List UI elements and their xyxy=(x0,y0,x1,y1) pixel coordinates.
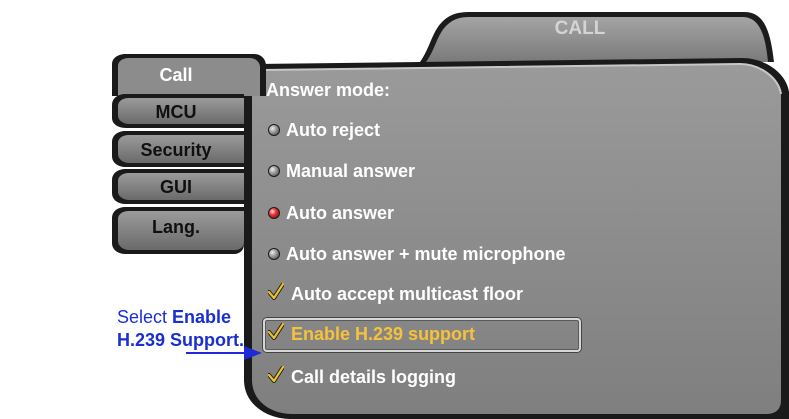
radio-auto-answer[interactable]: Auto answer xyxy=(268,198,394,228)
callout-bold-h239: H.239 Support. xyxy=(117,330,245,350)
checkbox-label: Call details logging xyxy=(291,366,457,387)
radio-selected-icon[interactable] xyxy=(268,207,280,219)
radio-label: Auto answer xyxy=(286,202,395,223)
callout-bold-enable: Enable xyxy=(172,307,232,327)
radio-manual-answer[interactable]: Manual answer xyxy=(268,156,415,186)
radio-label: Auto reject xyxy=(286,119,381,140)
radio-auto-answer-mute[interactable]: Auto answer + mute microphone xyxy=(268,239,566,269)
checkmark-icon[interactable] xyxy=(268,366,284,384)
radio-label: Auto answer + mute microphone xyxy=(286,243,566,264)
tab-gui[interactable]: GUI xyxy=(112,172,240,202)
radio-button-icon[interactable] xyxy=(268,165,280,177)
radio-button-icon[interactable] xyxy=(268,248,280,260)
checkmark-icon[interactable] xyxy=(268,283,284,301)
tab-mcu[interactable]: MCU xyxy=(112,97,240,127)
tab-security[interactable]: Security xyxy=(112,135,240,165)
callout-annotation: Select Enable H.239 Support. xyxy=(117,306,307,352)
radio-button-icon[interactable] xyxy=(268,124,280,136)
call-settings-screen: CALL Call MCU Security GUI Lang. Answer … xyxy=(0,0,789,419)
checkbox-label: Auto accept multicast floor xyxy=(291,283,524,304)
checkbox-auto-accept-multicast[interactable]: Auto accept multicast floor xyxy=(268,279,523,309)
callout-prefix: Select xyxy=(117,307,173,327)
radio-label: Manual answer xyxy=(286,160,416,181)
window-title: CALL xyxy=(554,18,606,39)
checkbox-label: Enable H.239 support xyxy=(291,323,476,344)
tab-call[interactable]: Call xyxy=(112,60,240,90)
tab-lang[interactable]: Lang. xyxy=(112,212,240,242)
answer-mode-heading: Answer mode: xyxy=(266,80,391,100)
checkbox-call-details-logging[interactable]: Call details logging xyxy=(268,362,456,392)
radio-auto-reject[interactable]: Auto reject xyxy=(268,115,380,145)
